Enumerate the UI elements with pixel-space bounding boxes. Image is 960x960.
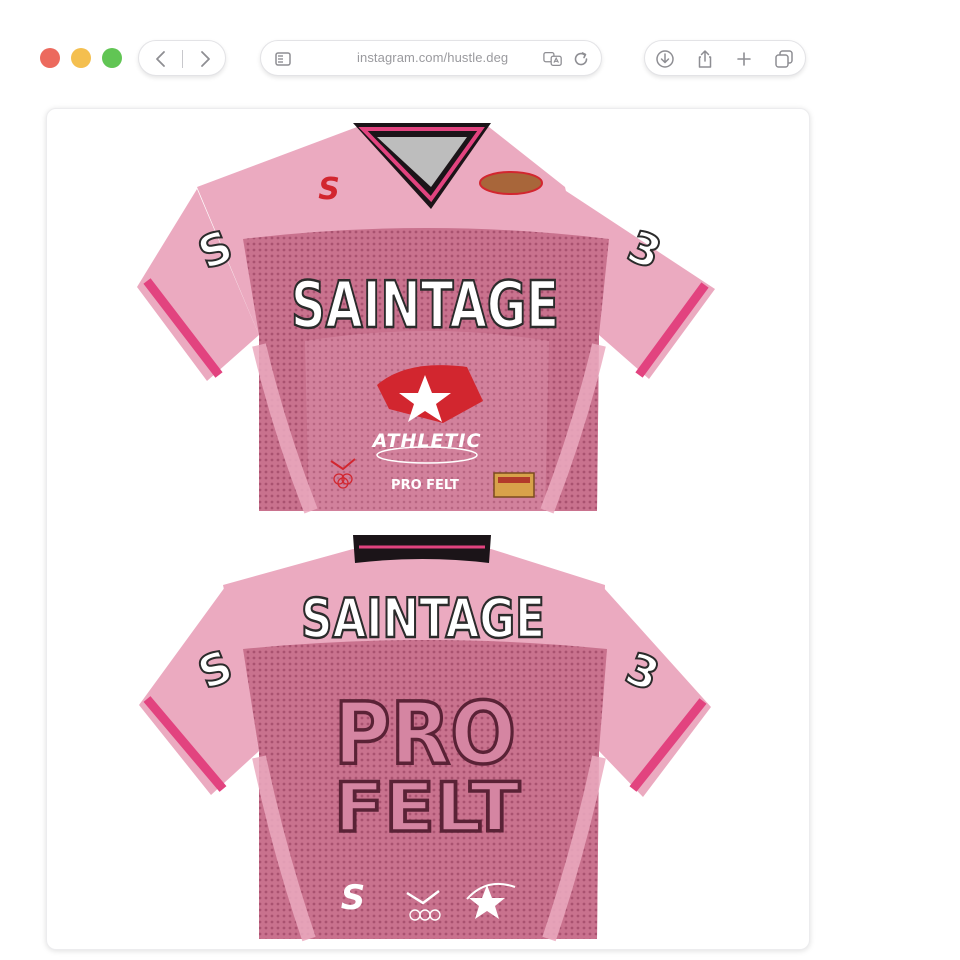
- zoom-window-button[interactable]: [102, 48, 122, 68]
- front-logo-sub: PRO FELT: [391, 478, 459, 493]
- jersey-artwork: S 3 S SAINTAGE ATHLETIC PRO FELT SAINTAG…: [137, 123, 715, 942]
- back-s-badge: S: [341, 878, 366, 918]
- browser-toolbar: instagram.com/hustle.deg: [0, 0, 960, 100]
- share-icon[interactable]: [695, 49, 715, 69]
- nav-divider: [182, 50, 183, 68]
- post-image-card[interactable]: S 3 S SAINTAGE ATHLETIC PRO FELT SAINTAG…: [46, 108, 810, 950]
- back-brand: SAINTAGE: [301, 587, 545, 650]
- front-brand: SAINTAGE: [291, 269, 559, 343]
- address-bar[interactable]: instagram.com/hustle.deg: [260, 40, 602, 76]
- new-tab-icon[interactable]: [734, 49, 754, 69]
- front-logo-word: ATHLETIC: [371, 430, 482, 452]
- front-tag: [493, 472, 535, 498]
- minimize-window-button[interactable]: [71, 48, 91, 68]
- translate-icon[interactable]: [543, 49, 563, 69]
- tab-overview-icon[interactable]: [774, 49, 794, 69]
- url-text[interactable]: instagram.com/hustle.deg: [357, 50, 508, 65]
- front-jersey: S 3 S SAINTAGE ATHLETIC PRO FELT: [137, 123, 715, 514]
- forward-icon[interactable]: [195, 49, 215, 69]
- sidebar-icon[interactable]: [273, 49, 293, 69]
- navigation-pill: [138, 40, 226, 76]
- reload-icon[interactable]: [571, 49, 591, 69]
- front-oval-badge: [479, 171, 543, 195]
- back-collar: [353, 535, 491, 563]
- download-icon[interactable]: [655, 49, 675, 69]
- front-s-badge: S: [318, 172, 340, 207]
- close-window-button[interactable]: [40, 48, 60, 68]
- actions-pill: [644, 40, 806, 76]
- back-icon[interactable]: [151, 49, 171, 69]
- back-line-2: FELT: [334, 769, 521, 848]
- back-jersey: SAINTAGE S 3 PRO FELT S: [139, 535, 711, 942]
